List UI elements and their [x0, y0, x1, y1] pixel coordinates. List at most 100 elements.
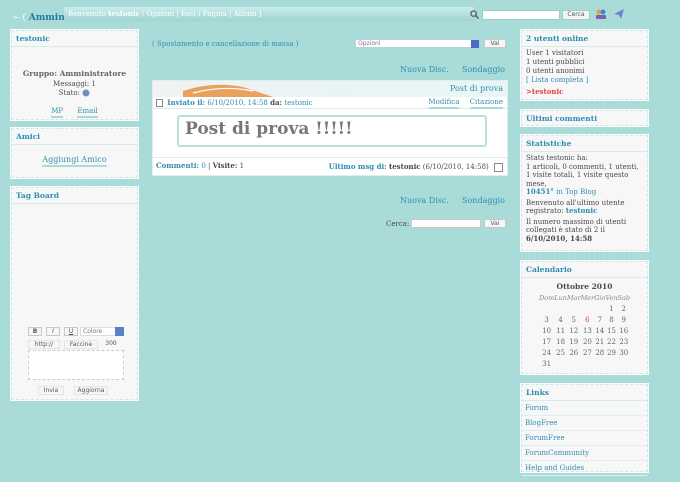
refresh-button[interactable]: Aggiorna [74, 386, 108, 395]
comments-count: 0 [201, 162, 206, 170]
calendar-day[interactable]: 13 [581, 325, 595, 336]
tagboard-box: Tag Board B I U Colore http:// Faccine 3… [11, 187, 138, 400]
search-button[interactable]: Cerca [562, 10, 590, 20]
calendar-day[interactable]: 16 [618, 325, 631, 336]
calendar-day[interactable]: 14 [594, 325, 605, 336]
calendar-day[interactable]: 20 [581, 336, 595, 347]
calendar-day[interactable]: 28 [594, 347, 605, 358]
quote-link[interactable]: Citazione [469, 98, 503, 109]
stats-line1: Stats testonic ha: [526, 154, 588, 162]
profile-box: testonic Gruppo: Amministratore Messaggi… [11, 30, 138, 120]
calendar-grid: Dom Lun Mar Mer Gio Ven Sab 1 2 3 4 5 6 7 8 9 10 11 12 13 14… [539, 292, 630, 369]
comments-box: Ultimi commenti [521, 110, 648, 126]
calendar-day[interactable]: 11 [554, 325, 567, 336]
calendar-day[interactable]: 3 [539, 314, 554, 325]
calendar-day[interactable]: 31 [539, 358, 554, 369]
calendar-dow: Gio [594, 293, 606, 302]
new-topic-link-bottom[interactable]: Nuova Disc. [400, 196, 449, 205]
search-icon[interactable] [470, 10, 479, 19]
calendar-day[interactable]: 10 [539, 325, 554, 336]
calendar-day[interactable]: 4 [554, 314, 567, 325]
url-input[interactable]: http:// [28, 340, 60, 349]
post-card: Post di prova Inviato il: 6/10/2010, 14:… [152, 80, 508, 176]
search-input[interactable] [482, 10, 560, 20]
views-label: Visite: [212, 161, 238, 170]
calendar-title: Calendario [522, 262, 647, 278]
pm-link[interactable]: MP [51, 107, 64, 118]
mass-move-link[interactable]: ( Spostamento e cancellazione di massa ) [152, 40, 298, 48]
messages-icon[interactable] [613, 8, 625, 20]
online-line1: User 1 visitatori [526, 49, 584, 57]
stats-line9: 6/10/2010, 14:58 [526, 233, 593, 243]
options-select[interactable]: Opzioni [355, 39, 480, 48]
options-select-label: Opzioni [358, 40, 381, 47]
calendar-day[interactable]: 1 [605, 303, 617, 314]
calendar-day[interactable]: 5 [567, 314, 581, 325]
calendar-day[interactable]: 22 [605, 336, 617, 347]
calendar-day[interactable]: 29 [605, 347, 617, 358]
calendar-day[interactable]: 21 [594, 336, 605, 347]
calendar-day[interactable]: 12 [567, 325, 581, 336]
calendar-day[interactable]: 25 [554, 347, 567, 358]
bold-button[interactable]: B [28, 327, 42, 336]
links-item[interactable]: Forum [522, 401, 647, 416]
calendar-day[interactable]: 2 [618, 303, 631, 314]
calendar-dow: Lun [554, 293, 567, 302]
links-item[interactable]: Help and Guides [522, 461, 647, 476]
post-content: Post di prova !!!!! [177, 115, 487, 147]
go-button[interactable]: Vai [484, 39, 506, 48]
welcome-links[interactable]: ( Opzioni | Esci ) Pagina | Album ] [140, 10, 262, 18]
online-user[interactable]: >testonic [526, 87, 643, 96]
online-list-link[interactable]: [ Lista completa ] [526, 76, 643, 85]
calendar-day[interactable]: 23 [618, 336, 631, 347]
calendar-day[interactable]: 30 [618, 347, 631, 358]
calendar-day[interactable]: 6 [581, 314, 595, 325]
stats-title: Statistiche [522, 136, 647, 152]
smilies-button[interactable]: Faccine [64, 340, 98, 349]
links-item[interactable]: ForumFree [522, 431, 647, 446]
welcome-user[interactable]: testonic [108, 9, 140, 18]
chevron-down-icon[interactable] [115, 327, 124, 336]
links-item[interactable]: BlogFree [522, 416, 647, 431]
color-select-label: Colore [83, 328, 103, 335]
poll-link-bottom[interactable]: Sondaggio [462, 196, 505, 205]
post-author[interactable]: testonic [284, 99, 312, 107]
italic-button[interactable]: I [46, 327, 60, 336]
topic-search-button[interactable]: Vai [484, 219, 506, 228]
stats-rank[interactable]: 10451° [526, 187, 554, 196]
calendar-day[interactable]: 26 [567, 347, 581, 358]
calendar-day[interactable]: 24 [539, 347, 554, 358]
comments-label[interactable]: Commenti: [156, 161, 199, 170]
calendar-day[interactable]: 27 [581, 347, 595, 358]
underline-button[interactable]: U [64, 327, 78, 336]
friends-box: Amici Aggiungi Amico [11, 128, 138, 178]
chevron-down-icon[interactable] [471, 40, 479, 48]
send-button[interactable]: Invia [38, 386, 64, 395]
users-icon[interactable] [595, 8, 607, 20]
last-msg-author[interactable]: testonic [389, 162, 421, 171]
stats-last-user[interactable]: testonic [566, 206, 598, 215]
calendar-day[interactable]: 7 [594, 314, 605, 325]
calendar-day[interactable]: 17 [539, 336, 554, 347]
add-friend-link[interactable]: Aggiungi Amico [42, 155, 107, 167]
topic-search-input[interactable] [411, 219, 481, 228]
banner-swoosh [183, 84, 273, 97]
edit-link[interactable]: Modifica [428, 98, 460, 109]
new-topic-link[interactable]: Nuova Disc. [400, 65, 449, 74]
calendar-dow: Mar [566, 293, 581, 302]
calendar-box: Calendario Ottobre 2010 Dom Lun Mar Mer Gio V… [521, 261, 648, 374]
calendar-day[interactable]: 18 [554, 336, 567, 347]
welcome-bar: Benvenuto testonic ( Opzioni | Esci ) Pa… [64, 7, 474, 21]
sent-date[interactable]: 6/10/2010, 14:58 [207, 99, 268, 107]
calendar-day[interactable]: 19 [567, 336, 581, 347]
poll-link[interactable]: Sondaggio [462, 65, 505, 74]
calendar-day[interactable]: 9 [618, 314, 631, 325]
email-link[interactable]: Email [77, 107, 98, 118]
calendar-day[interactable]: 15 [605, 325, 617, 336]
stats-rank-suffix[interactable]: in Top Blog [554, 188, 596, 196]
links-item[interactable]: ForumCommunity [522, 446, 647, 461]
post-title[interactable]: Post di prova [450, 84, 503, 93]
calendar-day[interactable]: 8 [605, 314, 617, 325]
tag-textarea[interactable] [28, 350, 124, 380]
select-checkbox[interactable] [494, 162, 503, 172]
